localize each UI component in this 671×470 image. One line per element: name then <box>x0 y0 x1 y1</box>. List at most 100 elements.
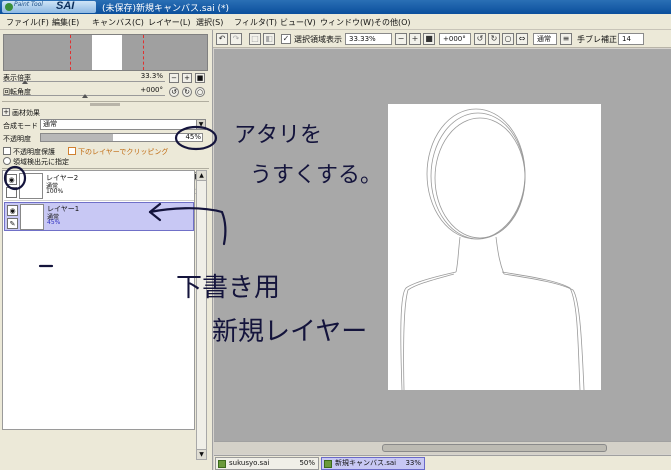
pen-icon[interactable]: ✎ <box>7 218 18 229</box>
zoom-out-button[interactable]: − <box>395 33 407 45</box>
menu-layer[interactable]: レイヤー(L) <box>148 17 190 28</box>
clip-below-checkbox[interactable] <box>68 147 76 155</box>
canvas-rotation-select[interactable]: +000° <box>439 33 471 45</box>
selection-source-label: 領域検出元に指定 <box>13 158 69 166</box>
zoom-reset-button[interactable]: ■ <box>423 33 435 45</box>
logo-big-text: SAI <box>56 0 75 12</box>
menu-view[interactable]: ビュー(V) <box>280 17 316 28</box>
navigator-view-edge <box>143 35 144 70</box>
rotate-reset-button[interactable]: ○ <box>502 33 514 45</box>
preserve-opacity-checkbox[interactable] <box>3 147 11 155</box>
eye-icon[interactable]: ◉ <box>7 205 18 216</box>
paper-effect-label[interactable]: 画材効果 <box>12 108 40 118</box>
zoom-in-button[interactable]: + <box>409 33 421 45</box>
redo-icon[interactable]: ↷ <box>230 33 242 45</box>
file-tab-bar: sukusyo.sai 50% 新規キャンバス.sai 33% <box>214 455 671 470</box>
stabilizer-label: 手ブレ補正 <box>577 35 617 44</box>
preserve-opacity-label: 不透明度保護 <box>13 148 55 156</box>
file-icon <box>218 460 226 468</box>
panel-divider <box>2 101 209 102</box>
canvas-paper[interactable] <box>388 104 601 391</box>
zoom-value: 33.3% <box>140 72 163 80</box>
deselect-icon[interactable]: □ <box>249 33 261 45</box>
navigator-view-edge <box>70 35 71 70</box>
lock-toggle[interactable] <box>6 187 17 198</box>
menu-other[interactable]: その他(O) <box>374 17 411 28</box>
layer-item-selected[interactable]: ◉ ✎ レイヤー1 通常 45% <box>4 202 194 231</box>
logo-mark-icon <box>5 3 13 11</box>
scroll-up-icon[interactable]: ▲ <box>197 171 206 181</box>
expand-icon[interactable]: + <box>2 108 10 116</box>
zoom-slider-handle-icon[interactable] <box>22 80 28 84</box>
opacity-value: 45% <box>185 133 201 141</box>
blend-mode-label: 合成モード <box>3 122 38 130</box>
stabilizer-select[interactable]: 14 <box>618 33 644 45</box>
canvas-blend-select[interactable]: 通常 <box>533 33 557 45</box>
invert-selection-icon[interactable]: ◧ <box>263 33 275 45</box>
chevron-down-icon: ▼ <box>196 120 205 129</box>
file-tab-name: 新規キャンバス.sai <box>335 459 397 467</box>
rotation-value: +000° <box>140 86 163 94</box>
file-icon <box>324 460 332 468</box>
layer-thumbnail <box>20 204 44 230</box>
selection-display-checkbox[interactable]: ✓ <box>281 34 291 44</box>
window-title: (未保存)新規キャンバス.sai (*) <box>102 4 229 14</box>
sketch-drawing <box>400 108 585 391</box>
layer-item[interactable]: ◉ レイヤー2 通常 100% <box>4 172 194 201</box>
rotation-slider-handle-icon[interactable] <box>82 94 88 98</box>
mode-icon[interactable]: ≡ <box>560 33 572 45</box>
blend-mode-select[interactable]: 通常 ▼ <box>40 119 206 130</box>
menu-edit[interactable]: 編集(E) <box>52 17 79 28</box>
menu-bar: ファイル(F) 編集(E) キャンバス(C) レイヤー(L) 選択(S) フィル… <box>0 14 671 30</box>
undo-icon[interactable]: ↶ <box>216 33 228 45</box>
stabilizer-value: 14 <box>622 35 631 43</box>
rotate-right-button[interactable]: ↻ <box>488 33 500 45</box>
panel-divider <box>2 168 209 169</box>
title-bar: Paint Tool SAI (未保存)新規キャンバス.sai (*) <box>0 0 671 14</box>
blend-mode-value: 通常 <box>43 120 57 128</box>
opacity-label: 不透明度 <box>3 135 31 143</box>
app-logo: Paint Tool SAI <box>2 0 96 13</box>
resize-grip[interactable] <box>90 103 120 106</box>
file-tab-new-canvas[interactable]: 新規キャンバス.sai 33% <box>321 457 425 470</box>
menu-file[interactable]: ファイル(F) <box>6 17 49 28</box>
rotate-right-button[interactable]: ↻ <box>182 87 192 97</box>
file-tab-zoom: 50% <box>299 459 315 467</box>
canvas-horizontal-scrollbar[interactable] <box>214 441 671 454</box>
canvas-zoom-value: 33.33% <box>349 35 376 43</box>
navigator-paper <box>92 35 122 70</box>
flip-icon[interactable]: ⇔ <box>516 33 528 45</box>
rotate-left-button[interactable]: ↺ <box>474 33 486 45</box>
file-tab-zoom: 33% <box>405 459 421 467</box>
layer-list: ◉ レイヤー2 通常 100% ◉ ✎ レイヤー1 通常 45% <box>2 170 195 430</box>
layer-list-scrollbar[interactable]: ▲ ▼ <box>196 170 207 460</box>
selection-source-radio[interactable] <box>3 157 11 165</box>
layer-opacity: 100% <box>46 188 64 195</box>
layer-opacity: 45% <box>47 219 61 226</box>
zoom-out-button[interactable]: − <box>169 73 179 83</box>
canvas-zoom-select[interactable]: 33.33% <box>345 33 392 45</box>
layer-thumbnail <box>19 173 43 199</box>
file-tab-name: sukusyo.sai <box>229 459 270 467</box>
scrollbar-thumb[interactable] <box>382 444 607 452</box>
logo-small-text: Paint Tool <box>14 1 43 8</box>
rotate-reset-button[interactable]: ○ <box>195 87 205 97</box>
menu-window[interactable]: ウィンドウ(W) <box>320 17 374 28</box>
menu-canvas[interactable]: キャンバス(C) <box>92 17 144 28</box>
opacity-slider[interactable]: 45% <box>40 133 203 142</box>
navigator-preview[interactable] <box>3 34 208 71</box>
canvas-blend-value: 通常 <box>537 35 551 43</box>
clip-below-label: 下のレイヤーでクリッピング <box>78 148 169 156</box>
canvas-rotation-value: +000° <box>443 35 466 43</box>
menu-filter[interactable]: フィルタ(T) <box>234 17 277 28</box>
eye-icon[interactable]: ◉ <box>6 174 17 185</box>
scroll-down-icon[interactable]: ▼ <box>197 449 206 459</box>
menu-select[interactable]: 選択(S) <box>196 17 223 28</box>
rotate-left-button[interactable]: ↺ <box>169 87 179 97</box>
opacity-fill <box>41 134 114 141</box>
zoom-reset-button[interactable]: ■ <box>195 73 205 83</box>
selection-display-label: 選択領域表示 <box>294 35 342 44</box>
zoom-in-button[interactable]: + <box>182 73 192 83</box>
file-tab-sukusyo[interactable]: sukusyo.sai 50% <box>215 457 319 470</box>
canvas-toolbar: ↶ ↷ □ ◧ ✓ 選択領域表示 33.33% − + ■ +000° ↺ ↻ … <box>213 30 671 48</box>
